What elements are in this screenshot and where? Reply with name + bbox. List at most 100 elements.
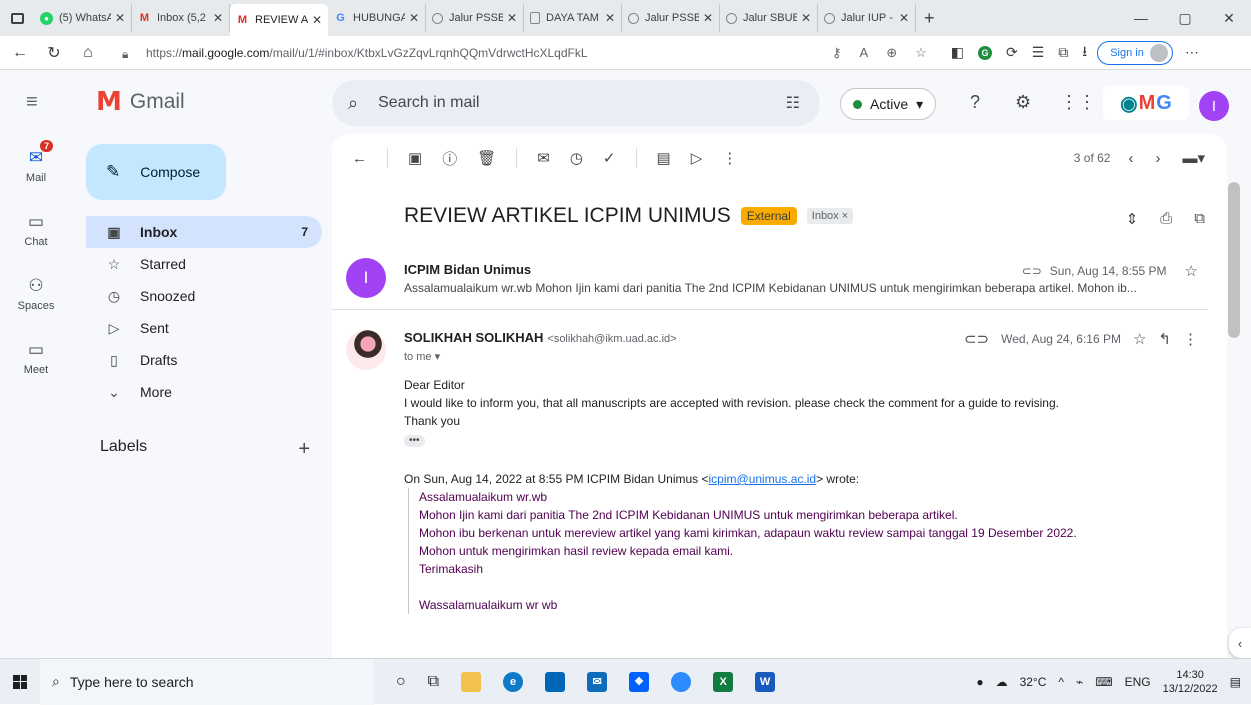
back-icon[interactable]: ←: [6, 44, 34, 62]
refresh-page-icon[interactable]: ⟳: [1006, 44, 1018, 61]
browser-tab[interactable]: M Inbox (5,2 ✕: [132, 4, 230, 32]
reply-icon[interactable]: ↰: [1158, 330, 1171, 348]
nav-item-more[interactable]: ⌄ More: [86, 376, 322, 408]
nav-item-sent[interactable]: ▷ Sent: [86, 312, 322, 344]
clock[interactable]: 14:30 13/12/2022: [1163, 668, 1218, 696]
close-tab-icon[interactable]: ✕: [409, 11, 419, 25]
close-tab-icon[interactable]: ✕: [801, 11, 811, 25]
taskbar-search[interactable]: ⌕ Type here to search: [40, 658, 374, 705]
nav-item-starred[interactable]: ☆ Starred: [86, 248, 322, 280]
settings-icon[interactable]: ⚙: [1015, 92, 1031, 113]
favorites-bar-icon[interactable]: ☰: [1032, 44, 1045, 61]
account-avatar[interactable]: I: [1199, 91, 1229, 121]
chrome-tray-icon[interactable]: ●: [976, 675, 983, 689]
mark-unread-icon[interactable]: ✉: [537, 149, 550, 167]
scrollbar[interactable]: [1228, 182, 1240, 338]
extension-icon[interactable]: ◧: [951, 44, 964, 61]
more-options-icon[interactable]: ⋮: [722, 149, 737, 167]
keyboard-icon[interactable]: ⌨: [1095, 675, 1112, 689]
browser-tab[interactable]: Jalur SBUB ✕: [720, 4, 818, 32]
rail-mail[interactable]: ✉ 7 Mail: [0, 134, 72, 198]
add-label-icon[interactable]: +: [298, 438, 310, 461]
downloads-icon[interactable]: ⭳: [1082, 41, 1087, 65]
language-indicator[interactable]: ENG: [1125, 675, 1151, 689]
nav-item-inbox[interactable]: ▣ Inbox 7: [86, 216, 322, 248]
favorite-icon[interactable]: ☆: [915, 45, 927, 61]
address-bar[interactable]: 🔒︎ https://mail.google.com/mail/u/1/#inb…: [112, 40, 812, 66]
rail-spaces[interactable]: ⚇ Spaces: [0, 262, 72, 326]
home-icon[interactable]: ⌂: [74, 44, 102, 62]
tray-expand-icon[interactable]: ^: [1058, 675, 1064, 689]
browser-tab[interactable]: Jalur IUP - ✕: [818, 4, 916, 32]
cortana-icon[interactable]: ○: [396, 673, 406, 691]
main-menu-icon[interactable]: ≡: [26, 91, 52, 114]
move-to-icon[interactable]: ▤: [657, 149, 671, 167]
apps-grid-icon[interactable]: ⋮⋮: [1060, 92, 1096, 113]
quote-email-link[interactable]: icpim@unimus.ac.id: [709, 472, 817, 486]
store-icon[interactable]: [545, 671, 566, 692]
delete-icon[interactable]: 🗑︎: [477, 149, 496, 167]
show-trimmed-content-button[interactable]: •••: [404, 435, 425, 447]
browser-tab[interactable]: Jalur PSSB ✕: [426, 4, 524, 32]
close-window-icon[interactable]: ✕: [1207, 10, 1251, 27]
open-new-window-icon[interactable]: ⧉: [1194, 210, 1205, 228]
word-icon[interactable]: W: [755, 671, 776, 692]
more-vert-icon[interactable]: ⋮: [1183, 330, 1198, 348]
search-bar[interactable]: ⌕ Search in mail ☷: [332, 80, 820, 126]
edge-icon[interactable]: e: [503, 671, 524, 692]
close-tab-icon[interactable]: ✕: [605, 11, 615, 25]
collapsed-message[interactable]: I ICPIM Bidan Unimus Assalamualaikum wr.…: [332, 246, 1208, 310]
reload-icon[interactable]: ↻: [40, 43, 68, 63]
close-tab-icon[interactable]: ✕: [507, 11, 517, 25]
dropbox-icon[interactable]: ❖: [629, 671, 650, 692]
organization-logo[interactable]: ◉ M G: [1103, 86, 1189, 120]
sign-in-button[interactable]: Sign in: [1097, 40, 1173, 65]
minimize-icon[interactable]: —: [1119, 10, 1163, 26]
read-aloud-icon[interactable]: A: [860, 45, 869, 61]
label-icon[interactable]: ▷: [691, 149, 703, 167]
rail-chat[interactable]: ▭ Chat: [0, 198, 72, 262]
help-icon[interactable]: ?: [970, 92, 980, 113]
browser-tab[interactable]: G HUBUNGA ✕: [328, 4, 426, 32]
new-tab-button[interactable]: +: [924, 8, 935, 29]
status-dropdown[interactable]: Active ▾: [840, 88, 937, 120]
browser-menu-icon[interactable]: ⋯: [1185, 44, 1199, 61]
star-icon[interactable]: ☆: [1133, 330, 1146, 348]
close-tab-icon[interactable]: ✕: [899, 11, 909, 25]
start-button[interactable]: [0, 674, 40, 689]
compose-button[interactable]: ✎ Compose: [86, 144, 226, 200]
browser-tab[interactable]: M REVIEW AF ✕: [230, 4, 328, 36]
browser-tab[interactable]: DAYA TAM ✕: [524, 4, 622, 32]
network-icon[interactable]: ⌁: [1076, 675, 1083, 689]
search-options-icon[interactable]: ☷: [786, 93, 800, 113]
temperature[interactable]: 32°C: [1020, 675, 1047, 689]
notification-icon[interactable]: ▤: [1230, 675, 1241, 689]
archive-icon[interactable]: ▣: [408, 149, 422, 167]
key-icon[interactable]: ⚷: [832, 45, 842, 61]
browser-tab[interactable]: Jalur PSSB ✕: [622, 4, 720, 32]
nav-item-snoozed[interactable]: ◷ Snoozed: [86, 280, 322, 312]
show-side-panel-button[interactable]: ‹: [1229, 628, 1251, 658]
zoom-app-icon[interactable]: [671, 671, 692, 692]
search-input[interactable]: Search in mail: [378, 94, 786, 112]
newer-icon[interactable]: ‹: [1128, 150, 1133, 167]
rail-meet[interactable]: ▭ Meet: [0, 326, 72, 390]
zoom-icon[interactable]: ⊕: [886, 45, 897, 61]
tab-actions-icon[interactable]: [0, 0, 34, 36]
close-tab-icon[interactable]: ✕: [312, 13, 322, 27]
report-spam-icon[interactable]: ⓘ: [442, 148, 457, 169]
restore-icon[interactable]: ▢: [1163, 10, 1207, 27]
expand-all-icon[interactable]: ⇕: [1126, 210, 1139, 228]
inbox-label-chip[interactable]: Inbox ×: [806, 208, 854, 224]
gmail-logo[interactable]: M Gmail: [96, 87, 185, 117]
print-icon[interactable]: ⎙: [1160, 210, 1172, 228]
snooze-icon[interactable]: ◷: [570, 149, 583, 167]
star-icon[interactable]: ☆: [1185, 262, 1198, 280]
input-tools-icon[interactable]: ▬▾: [1182, 149, 1205, 167]
task-view-icon[interactable]: ⧉: [428, 673, 439, 691]
excel-icon[interactable]: X: [713, 671, 734, 692]
older-icon[interactable]: ›: [1155, 150, 1160, 167]
browser-tab[interactable]: ● (5) WhatsA ✕: [34, 4, 132, 32]
close-tab-icon[interactable]: ✕: [703, 11, 713, 25]
mail-app-icon[interactable]: ✉: [587, 671, 608, 692]
